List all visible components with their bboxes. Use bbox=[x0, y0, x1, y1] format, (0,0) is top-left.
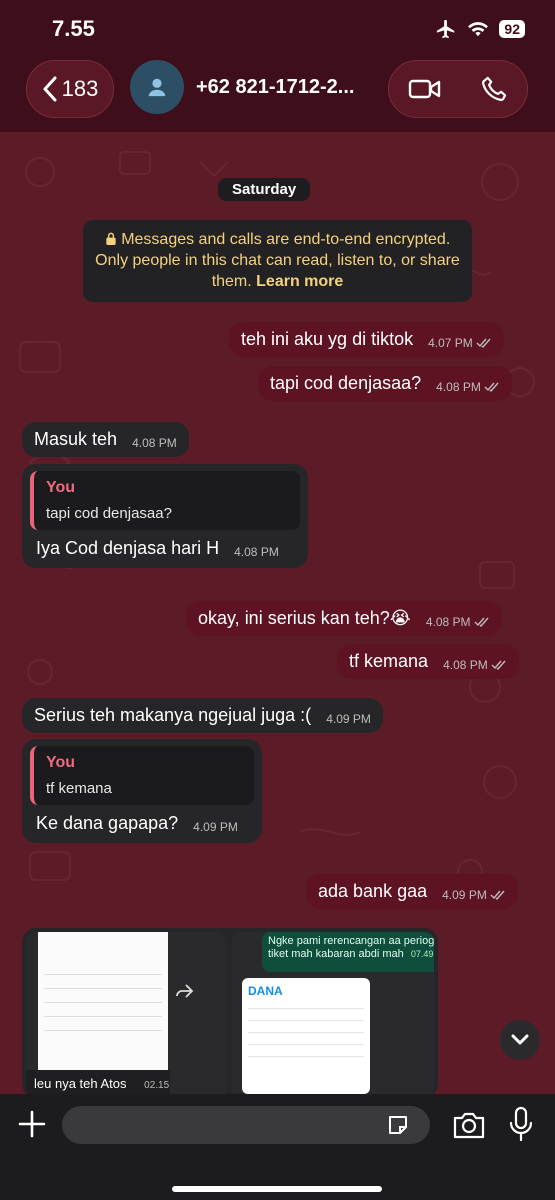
message-text: Ke dana gapapa? bbox=[36, 813, 179, 833]
media-thumbnail[interactable]: Ngke pami rerencangan aa periogi tiket m… bbox=[232, 932, 434, 1094]
message-incoming[interactable]: Serius teh makanya ngejual juga :( 4.09 … bbox=[22, 698, 383, 733]
message-meta: 4.09 PM bbox=[442, 888, 506, 902]
double-check-icon bbox=[490, 890, 505, 900]
message-text: okay, ini serius kan teh?😭 bbox=[198, 608, 411, 628]
quote-author: You bbox=[46, 479, 76, 496]
message-text: tapi cod denjasaa? bbox=[270, 373, 422, 393]
message-text: Masuk teh bbox=[34, 429, 118, 449]
message-text: teh ini aku yg di tiktok bbox=[241, 329, 414, 349]
message-outgoing[interactable]: okay, ini serius kan teh?😭 4.08 PM bbox=[186, 601, 502, 636]
message-meta: 4.07 PM bbox=[428, 336, 492, 350]
double-check-icon bbox=[491, 660, 506, 670]
message-time: 4.09 PM bbox=[193, 820, 238, 834]
status-bar: 7.55 92 bbox=[0, 0, 555, 56]
dana-screenshot: DANA bbox=[242, 978, 370, 1094]
message-composer bbox=[0, 1094, 555, 1200]
message-time: 4.07 PM bbox=[428, 336, 473, 350]
message-text: Serius teh makanya ngejual juga :( bbox=[34, 705, 312, 725]
double-check-icon bbox=[484, 382, 499, 392]
camera-icon[interactable] bbox=[452, 1110, 486, 1140]
message-text: Iya Cod denjasa hari H bbox=[36, 538, 220, 558]
screenshot-text: Ngke pami rerencangan aa periogi tiket m… bbox=[268, 935, 434, 960]
status-time: 7.55 bbox=[52, 16, 95, 41]
video-call-icon[interactable] bbox=[408, 77, 442, 101]
message-time: 4.08 PM bbox=[443, 658, 488, 672]
sticker-icon[interactable] bbox=[386, 1113, 410, 1137]
unread-count: 183 bbox=[61, 76, 99, 101]
message-outgoing[interactable]: tapi cod denjasaa? 4.08 PM bbox=[258, 366, 512, 401]
message-text: ada bank gaa bbox=[318, 881, 428, 901]
message-text: tf kemana bbox=[349, 651, 429, 671]
avatar-person-icon bbox=[148, 78, 166, 97]
message-outgoing[interactable]: teh ini aku yg di tiktok 4.07 PM bbox=[229, 322, 504, 357]
status-icons: 92 bbox=[435, 18, 525, 40]
phone-icon[interactable] bbox=[480, 75, 508, 103]
date-separator: Saturday bbox=[218, 178, 311, 201]
scroll-down-button[interactable] bbox=[500, 1020, 540, 1060]
double-check-icon bbox=[476, 338, 491, 348]
microphone-icon[interactable] bbox=[508, 1106, 534, 1142]
message-input[interactable] bbox=[62, 1106, 430, 1144]
quote-text: tf kemana bbox=[46, 780, 112, 797]
contact-name[interactable]: +62 821-1712-2... bbox=[196, 76, 354, 99]
message-time: 4.08 PM bbox=[436, 380, 481, 394]
forward-icon[interactable] bbox=[176, 984, 194, 998]
caption-text: leu nya teh Atos bbox=[34, 1076, 127, 1091]
media-thumbnail[interactable]: leu nya teh Atos 02.15 bbox=[26, 932, 226, 1094]
message-time: 4.09 PM bbox=[326, 712, 371, 726]
media-caption: leu nya teh Atos 02.15 bbox=[26, 1070, 170, 1094]
battery-indicator: 92 bbox=[499, 20, 525, 38]
message-time: 4.08 PM bbox=[234, 545, 279, 559]
wifi-icon bbox=[468, 22, 489, 37]
chat-header: 183 +62 821-1712-2... bbox=[0, 56, 555, 132]
back-button[interactable]: 183 bbox=[26, 60, 114, 118]
avatar[interactable] bbox=[130, 60, 184, 114]
encryption-notice[interactable]: Messages and calls are end-to-end encryp… bbox=[83, 220, 472, 302]
message-time: 4.09 PM bbox=[442, 888, 487, 902]
lock-icon bbox=[106, 232, 116, 245]
caption-time: 02.15 bbox=[144, 1080, 170, 1091]
message-time: 4.08 PM bbox=[132, 436, 177, 450]
back-chevron-icon bbox=[43, 76, 57, 102]
learn-more-link[interactable]: Learn more bbox=[256, 273, 343, 290]
message-time: 4.08 PM bbox=[425, 615, 471, 629]
attach-button[interactable] bbox=[16, 1108, 48, 1140]
media-album[interactable]: leu nya teh Atos 02.15 Ngke pami rerenca… bbox=[22, 928, 438, 1094]
quote-author: You bbox=[46, 754, 76, 771]
call-buttons bbox=[388, 60, 528, 118]
message-meta: 4.08 PM bbox=[443, 658, 507, 672]
receipt-screenshot bbox=[38, 932, 168, 1072]
chat-area[interactable]: Saturday Messages and calls are end-to-e… bbox=[0, 132, 555, 1094]
message-incoming-reply[interactable]: You tf kemana Ke dana gapapa? 4.09 PM bbox=[22, 739, 262, 843]
message-incoming-reply[interactable]: You tapi cod denjasaa? Iya Cod denjasa h… bbox=[22, 464, 308, 568]
screenshot-time: 07.49 bbox=[410, 949, 434, 959]
quoted-message[interactable]: You tf kemana bbox=[30, 746, 254, 805]
quote-text: tapi cod denjasaa? bbox=[46, 505, 172, 522]
message-outgoing[interactable]: tf kemana 4.08 PM bbox=[337, 644, 519, 679]
double-check-icon bbox=[474, 617, 489, 627]
plus-icon bbox=[18, 1110, 46, 1138]
dana-logo: DANA bbox=[248, 984, 283, 998]
airplane-icon bbox=[437, 19, 455, 39]
message-outgoing[interactable]: ada bank gaa 4.09 PM bbox=[306, 874, 518, 909]
quoted-message[interactable]: You tapi cod denjasaa? bbox=[30, 471, 300, 530]
screenshot-message: Ngke pami rerencangan aa periogi tiket m… bbox=[262, 932, 434, 972]
chevron-down-icon bbox=[511, 1034, 529, 1045]
message-incoming[interactable]: Masuk teh 4.08 PM bbox=[22, 422, 189, 457]
message-meta: 4.08 PM bbox=[436, 380, 500, 394]
message-meta: 4.08 PM bbox=[426, 615, 490, 629]
home-indicator bbox=[172, 1186, 382, 1192]
